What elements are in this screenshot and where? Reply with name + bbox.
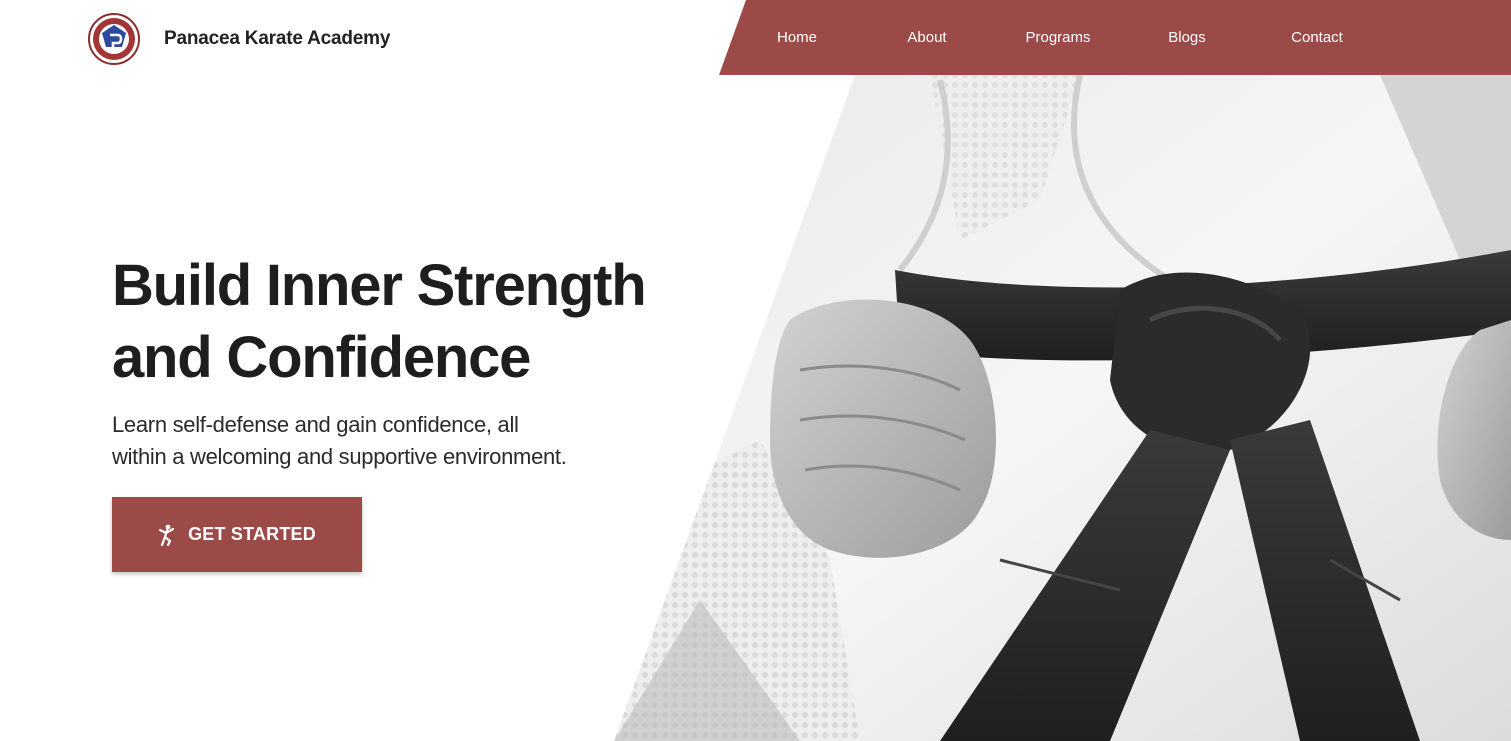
hero-title: Build Inner Strength and Confidence	[112, 250, 672, 394]
get-started-button[interactable]: GET STARTED	[112, 497, 362, 572]
nav-item-home[interactable]: Home	[732, 0, 862, 75]
martial-arts-kick-icon	[158, 524, 175, 546]
brand-link[interactable]: Panacea Karate Academy	[88, 13, 390, 65]
academy-emblem-icon	[88, 13, 140, 65]
brand-name: Panacea Karate Academy	[164, 28, 391, 49]
hero-subtitle-line-2: within a welcoming and supportive enviro…	[112, 444, 567, 469]
main-nav: Home About Programs Blogs Contact	[719, 0, 1511, 75]
nav-item-blogs[interactable]: Blogs	[1122, 0, 1252, 75]
hero-subtitle: Learn self-defense and gain confidence, …	[112, 409, 612, 473]
hero-title-line-1: Build Inner Strength	[112, 253, 647, 318]
nav-item-about[interactable]: About	[862, 0, 992, 75]
hero-title-line-2: and Confidence	[112, 325, 531, 390]
hero-subtitle-line-1: Learn self-defense and gain confidence, …	[112, 412, 519, 437]
nav-item-contact[interactable]: Contact	[1252, 0, 1382, 75]
nav-item-programs[interactable]: Programs	[993, 0, 1123, 75]
get-started-label: GET STARTED	[188, 524, 316, 544]
landing-page: Panacea Karate Academy Home About Progra…	[0, 0, 1511, 741]
